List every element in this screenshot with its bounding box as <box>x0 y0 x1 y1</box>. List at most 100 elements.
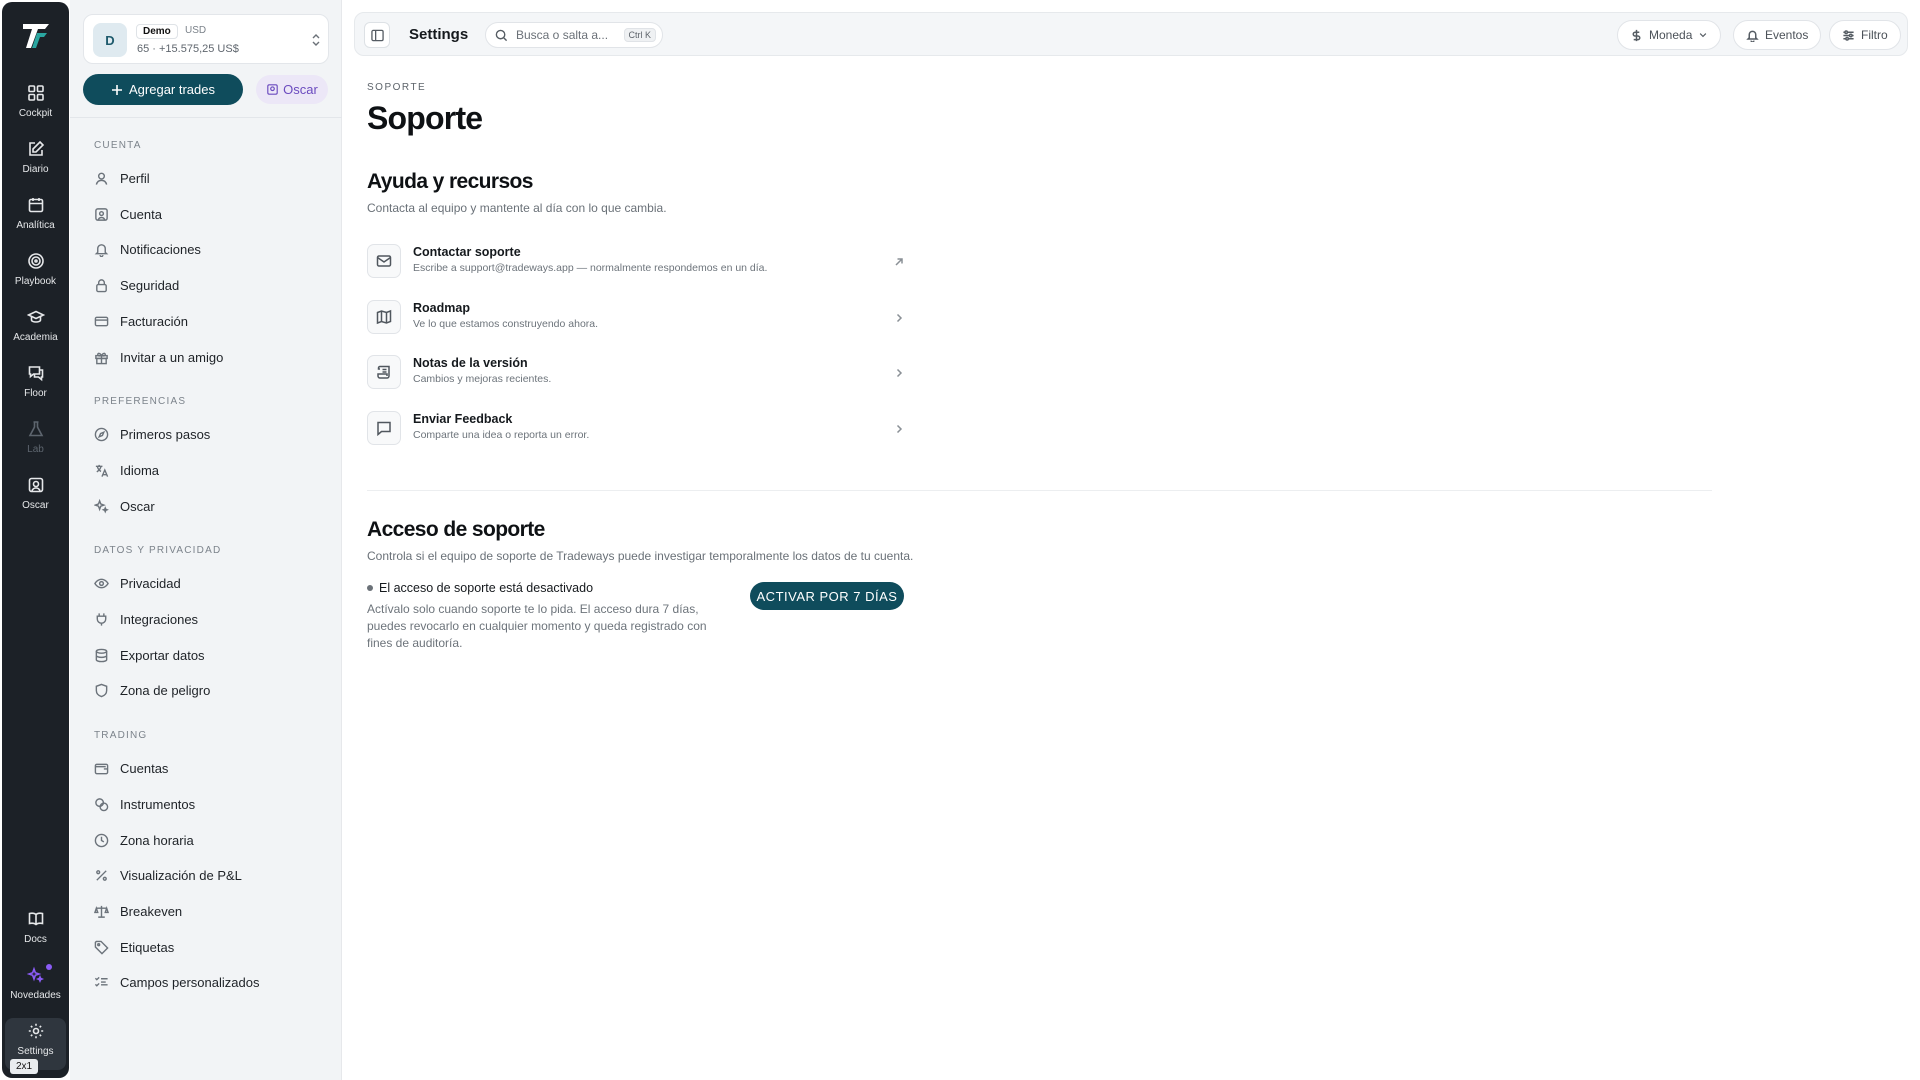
resource-roadmap[interactable]: Roadmap Ve lo que estamos construyendo a… <box>367 297 905 337</box>
credit-card-icon <box>94 316 109 326</box>
sparkle-icon <box>26 966 44 984</box>
rail-item-academia[interactable]: Academia <box>5 304 66 356</box>
sidebar-item-perfil[interactable]: Perfil <box>94 166 150 190</box>
sidebar-item-zona-peligro[interactable]: Zona de peligro <box>94 678 210 702</box>
sidebar-item-idioma[interactable]: Idioma <box>94 458 159 482</box>
sidebar-item-cuenta[interactable]: Cuenta <box>94 202 162 226</box>
chevron-up-down-icon <box>312 34 320 46</box>
add-trades-button[interactable]: Agregar trades <box>83 74 243 105</box>
graduation-cap-icon <box>26 310 45 323</box>
rail-label: Lab <box>27 444 44 455</box>
currency-button[interactable]: Moneda <box>1617 20 1722 50</box>
sidebar-item-label: Perfil <box>120 170 150 186</box>
sidebar-divider <box>70 117 342 118</box>
search-input[interactable]: Busca o salta a... Ctrl K <box>485 22 663 48</box>
sidebar-item-cuentas[interactable]: Cuentas <box>94 756 168 780</box>
rail-item-novedades[interactable]: Novedades <box>5 962 66 1014</box>
section-divider <box>367 490 1712 491</box>
sidebar-item-label: Etiquetas <box>120 939 175 955</box>
sidebar-item-seguridad[interactable]: Seguridad <box>94 273 179 297</box>
access-section-subtitle: Controla si el equipo de soporte de Trad… <box>367 549 914 563</box>
notification-dot <box>46 964 52 970</box>
sidebar-item-label: Primeros pasos <box>120 426 211 442</box>
plus-icon <box>112 84 122 95</box>
sidebar-item-label: Cuentas <box>120 760 169 776</box>
sidebar-item-breakeven[interactable]: Breakeven <box>94 899 182 923</box>
tag-icon <box>94 940 109 955</box>
bell-icon <box>1746 30 1759 42</box>
section-label-preferencias: PREFERENCIAS <box>94 396 187 407</box>
rail-item-cockpit[interactable]: Cockpit <box>5 80 66 132</box>
sidebar-item-exportar[interactable]: Exportar datos <box>94 643 205 667</box>
rail-item-oscar[interactable]: Oscar <box>5 472 66 524</box>
sidebar-item-integraciones[interactable]: Integraciones <box>94 607 198 631</box>
sidebar-item-primeros-pasos[interactable]: Primeros pasos <box>94 422 210 446</box>
resource-desc: Comparte una idea o reporta un error. <box>413 429 590 441</box>
access-status: El acceso de soporte está desactivado <box>367 581 593 595</box>
activate-access-button[interactable]: ACTIVAR POR 7 DÍAS <box>750 582 904 610</box>
user-square-icon <box>267 84 278 95</box>
mail-icon <box>367 244 401 278</box>
percent-icon <box>96 869 107 881</box>
shield-icon <box>95 683 108 697</box>
account-switcher[interactable]: D Demo USD 65 · +15.575,25 US$ <box>83 14 329 64</box>
resource-contactar-soporte[interactable]: Contactar soporte Escribe a support@trad… <box>367 241 905 281</box>
user-square-icon <box>95 207 108 221</box>
oscar-button[interactable]: Oscar <box>256 75 328 104</box>
sidebar-item-etiquetas[interactable]: Etiquetas <box>94 935 174 959</box>
rail-item-docs[interactable]: Docs <box>5 906 66 958</box>
filter-label: Filtro <box>1861 28 1888 42</box>
sidebar-item-label: Seguridad <box>120 277 180 293</box>
currency-label: Moneda <box>1649 28 1693 42</box>
sidebar-item-pl[interactable]: Visualización de P&L <box>94 863 242 887</box>
events-label: Eventos <box>1765 28 1809 42</box>
compass-icon <box>94 427 109 441</box>
filter-button[interactable]: Filtro <box>1829 20 1901 50</box>
lock-icon <box>96 278 107 292</box>
rail-item-analitica[interactable]: Analítica <box>5 192 66 244</box>
sidebar-item-label: Privacidad <box>120 575 181 591</box>
chat-icon <box>28 366 43 382</box>
chevron-down-icon <box>1700 33 1707 38</box>
resource-notas-version[interactable]: Notas de la versión Cambios y mejoras re… <box>367 352 905 392</box>
grid-icon <box>27 85 44 101</box>
settings-sidebar: D Demo USD 65 · +15.575,25 US$ Agregar t… <box>70 0 342 1080</box>
events-button[interactable]: Eventos <box>1733 20 1822 50</box>
book-icon <box>28 912 43 926</box>
access-status-text: El acceso de soporte está desactivado <box>379 581 594 595</box>
resource-title: Contactar soporte <box>413 245 521 259</box>
sidebar-item-instrumentos[interactable]: Instrumentos <box>94 792 195 816</box>
rail-label: Settings <box>17 1046 54 1057</box>
resource-title: Roadmap <box>413 301 470 315</box>
sidebar-item-campos[interactable]: Campos personalizados <box>94 970 259 994</box>
rail-item-playbook[interactable]: Playbook <box>5 248 66 300</box>
sidebar-toggle-button[interactable] <box>364 22 390 48</box>
sidebar-item-zona-horaria[interactable]: Zona horaria <box>94 828 194 852</box>
oscar-label: Oscar <box>283 82 318 97</box>
rail-item-floor[interactable]: Floor <box>5 360 66 412</box>
sidebar-item-label: Oscar <box>120 498 155 514</box>
app-logo[interactable] <box>19 18 53 52</box>
rail-label: Academia <box>13 332 58 343</box>
account-summary: 65 · +15.575,25 US$ <box>137 43 239 55</box>
resource-enviar-feedback[interactable]: Enviar Feedback Comparte una idea o repo… <box>367 408 905 448</box>
sparkle-icon <box>94 498 109 513</box>
chevron-right-icon <box>893 422 905 434</box>
database-icon <box>95 648 108 662</box>
sidebar-item-notificaciones[interactable]: Notificaciones <box>94 237 201 261</box>
wallet-icon <box>94 763 109 774</box>
account-avatar: D <box>93 23 127 57</box>
zoom-badge: 2x1 <box>10 1059 39 1074</box>
sidebar-item-oscar[interactable]: Oscar <box>94 494 155 518</box>
target-icon <box>27 253 44 269</box>
sidebar-item-label: Idioma <box>120 462 160 478</box>
sidebar-item-facturacion[interactable]: Facturación <box>94 309 188 333</box>
search-shortcut: Ctrl K <box>623 28 656 42</box>
rail-item-diario[interactable]: Diario <box>5 136 66 188</box>
resource-desc: Ve lo que estamos construyendo ahora. <box>413 318 599 330</box>
calendar-icon <box>28 198 43 213</box>
resource-title: Notas de la versión <box>413 356 528 370</box>
sidebar-item-privacidad[interactable]: Privacidad <box>94 571 181 595</box>
sidebar-item-invitar[interactable]: Invitar a un amigo <box>94 345 223 369</box>
rail-item-lab: Lab <box>5 416 66 468</box>
